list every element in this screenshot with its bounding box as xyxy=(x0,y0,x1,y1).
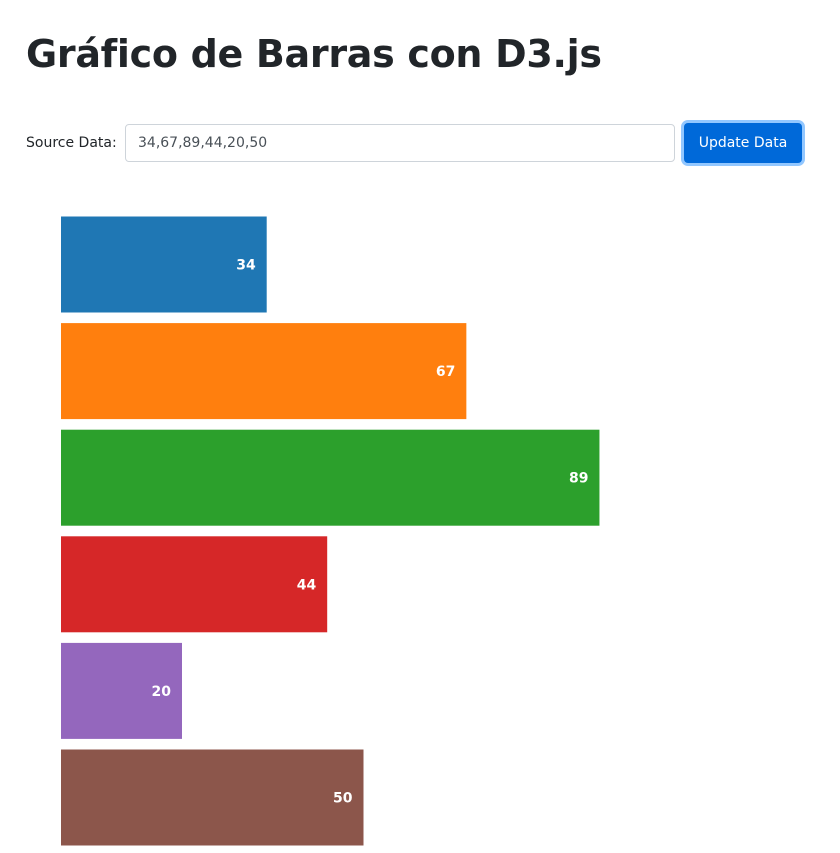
data-controls: Source Data: Update Data xyxy=(26,123,802,163)
source-data-input[interactable] xyxy=(125,124,675,162)
update-data-button[interactable]: Update Data xyxy=(684,123,802,163)
source-data-label: Source Data: xyxy=(26,135,117,151)
bar-3 xyxy=(61,429,600,526)
bar-value-label: 89 xyxy=(569,471,588,487)
bar-value-label: 67 xyxy=(436,364,455,380)
bar-4 xyxy=(61,536,328,633)
bar-value-label: 34 xyxy=(236,258,256,274)
bar-value-label: 20 xyxy=(152,684,172,700)
bar-6 xyxy=(61,749,364,846)
bar-value-label: 50 xyxy=(333,791,353,807)
bar-value-label: 44 xyxy=(297,577,317,593)
page-title: Gráfico de Barras con D3.js xyxy=(26,32,602,76)
bar-chart: 34 67 89 44 20 50 xyxy=(61,216,600,846)
bar-2 xyxy=(61,323,467,420)
page: Gráfico de Barras con D3.js Source Data:… xyxy=(0,0,840,853)
